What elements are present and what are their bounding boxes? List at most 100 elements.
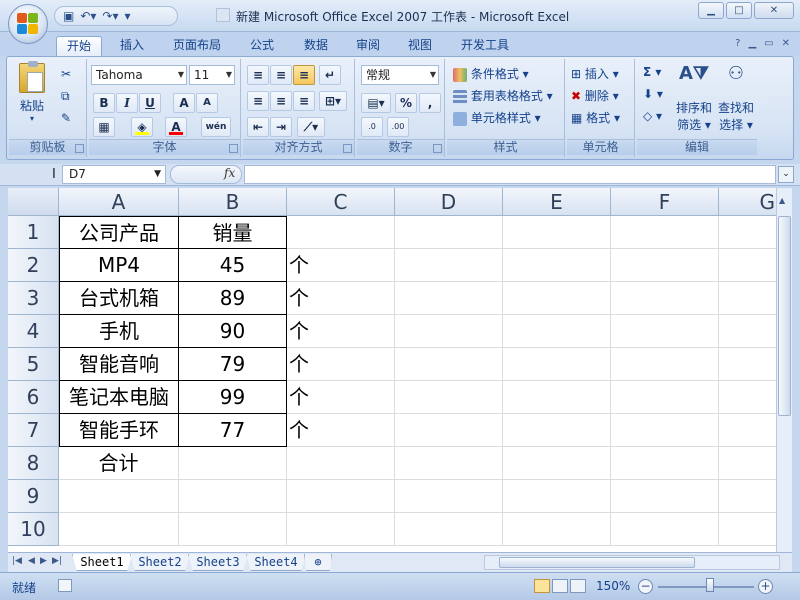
align-top-button[interactable]: ≡	[247, 65, 269, 85]
cell-f10[interactable]	[611, 513, 719, 546]
align-right-button[interactable]: ≡	[293, 91, 315, 111]
cell-a4[interactable]: 手机	[59, 315, 179, 348]
number-format-combo[interactable]: 常规 ▼	[361, 65, 439, 85]
next-sheet-icon[interactable]: ▶	[40, 556, 47, 566]
cell-d10[interactable]	[395, 513, 503, 546]
decrease-decimal-button[interactable]: .00 .0	[387, 117, 409, 149]
cell-f4[interactable]	[611, 315, 719, 348]
cell-b8[interactable]	[179, 447, 287, 480]
cell-b5[interactable]: 79	[179, 348, 287, 381]
phonetic-guide-button[interactable]: wén	[201, 117, 231, 137]
cell-g5[interactable]	[719, 348, 776, 381]
clear-button[interactable]: ◇ ▾	[643, 109, 662, 123]
cell-c6[interactable]: 个	[287, 381, 395, 414]
vertical-scrollbar[interactable]: ▲	[776, 188, 792, 552]
cell-b9[interactable]	[179, 480, 287, 513]
decrease-indent-button[interactable]: ⇤	[247, 117, 269, 137]
cell-c7[interactable]: 个	[287, 414, 395, 447]
help-icon[interactable]: ?	[735, 38, 740, 49]
cell-styles-button[interactable]: 单元格样式 ▾	[453, 109, 541, 126]
zoom-slider-knob[interactable]	[706, 578, 714, 592]
increase-indent-button[interactable]: ⇥	[270, 117, 292, 137]
italic-button[interactable]: I	[116, 93, 138, 113]
cell-e5[interactable]	[503, 348, 611, 381]
tab-page-layout[interactable]: 页面布局	[164, 36, 230, 56]
cell-c9[interactable]	[287, 480, 395, 513]
merge-center-button[interactable]: ⊞▾	[319, 91, 347, 111]
cell-g8[interactable]	[719, 447, 776, 480]
cell-g2[interactable]	[719, 249, 776, 282]
cell-d6[interactable]	[395, 381, 503, 414]
sort-filter-button[interactable]: A⧩ 排序和 筛选 ▾	[675, 63, 713, 133]
bold-button[interactable]: B	[93, 93, 115, 113]
row-header-9[interactable]: 9	[8, 480, 59, 513]
cell-b7[interactable]: 77	[179, 414, 287, 447]
row-header-1[interactable]: 1	[8, 216, 59, 249]
first-sheet-icon[interactable]: |◀	[12, 556, 22, 566]
tab-view[interactable]: 视图	[398, 36, 442, 56]
cell-a1[interactable]: 公司产品	[59, 216, 179, 249]
formula-input[interactable]	[244, 165, 776, 184]
tab-home[interactable]: 开始	[56, 36, 102, 56]
shrink-font-button[interactable]: A	[196, 93, 218, 113]
percent-button[interactable]: %	[395, 93, 417, 113]
zoom-in-icon[interactable]: +	[758, 579, 773, 594]
cell-b1[interactable]: 销量	[179, 216, 287, 249]
cell-c4[interactable]: 个	[287, 315, 395, 348]
cell-f8[interactable]	[611, 447, 719, 480]
cell-e2[interactable]	[503, 249, 611, 282]
format-painter-icon[interactable]: ✎	[61, 111, 71, 125]
expand-formula-bar-icon[interactable]: ⌄	[778, 166, 794, 183]
cell-e1[interactable]	[503, 216, 611, 249]
cell-b4[interactable]: 90	[179, 315, 287, 348]
alignment-launcher-icon[interactable]	[343, 144, 352, 153]
sheet-tab-sheet4[interactable]: Sheet4	[246, 554, 306, 571]
insert-sheet-icon[interactable]: ⊕	[304, 554, 332, 571]
align-middle-button[interactable]: ≡	[270, 65, 292, 85]
column-header-c[interactable]: C	[287, 188, 395, 216]
align-left-button[interactable]: ≡	[247, 91, 269, 111]
row-header-6[interactable]: 6	[8, 381, 59, 414]
cell-e4[interactable]	[503, 315, 611, 348]
find-select-button[interactable]: ⚇ 查找和 选择 ▾	[717, 63, 755, 133]
cell-d3[interactable]	[395, 282, 503, 315]
cell-e3[interactable]	[503, 282, 611, 315]
horizontal-scroll-thumb[interactable]	[499, 557, 695, 568]
office-button[interactable]	[8, 4, 48, 44]
column-header-e[interactable]: E	[503, 188, 611, 216]
cell-d4[interactable]	[395, 315, 503, 348]
row-header-10[interactable]: 10	[8, 513, 59, 546]
insert-function-icon[interactable]: fx	[224, 166, 235, 180]
cell-g4[interactable]	[719, 315, 776, 348]
cell-d9[interactable]	[395, 480, 503, 513]
name-box[interactable]: D7 ▼	[62, 165, 166, 184]
cell-c3[interactable]: 个	[287, 282, 395, 315]
minimize-button[interactable]: ▁	[698, 2, 724, 19]
cut-icon[interactable]: ✂	[61, 67, 71, 81]
fill-color-button[interactable]: ◈	[131, 117, 153, 137]
tab-data[interactable]: 数据	[294, 36, 338, 56]
maximize-button[interactable]: □	[726, 2, 752, 19]
cell-g3[interactable]	[719, 282, 776, 315]
cell-g10[interactable]	[719, 513, 776, 546]
column-header-d[interactable]: D	[395, 188, 503, 216]
cell-c1[interactable]	[287, 216, 395, 249]
cell-f9[interactable]	[611, 480, 719, 513]
cell-e7[interactable]	[503, 414, 611, 447]
cell-f5[interactable]	[611, 348, 719, 381]
row-header-5[interactable]: 5	[8, 348, 59, 381]
cell-g1[interactable]	[719, 216, 776, 249]
row-header-2[interactable]: 2	[8, 249, 59, 282]
cell-a8[interactable]: 合计	[59, 447, 179, 480]
underline-button[interactable]: U	[139, 93, 161, 113]
tab-review[interactable]: 审阅	[346, 36, 390, 56]
cell-f1[interactable]	[611, 216, 719, 249]
column-header-a[interactable]: A	[59, 188, 179, 216]
cell-g6[interactable]	[719, 381, 776, 414]
save-icon[interactable]: ▣	[63, 9, 74, 23]
column-header-g[interactable]: G	[719, 188, 776, 216]
align-center-button[interactable]: ≡	[270, 91, 292, 111]
cell-c10[interactable]	[287, 513, 395, 546]
wrap-text-button[interactable]: ↵	[319, 65, 341, 85]
cell-d7[interactable]	[395, 414, 503, 447]
